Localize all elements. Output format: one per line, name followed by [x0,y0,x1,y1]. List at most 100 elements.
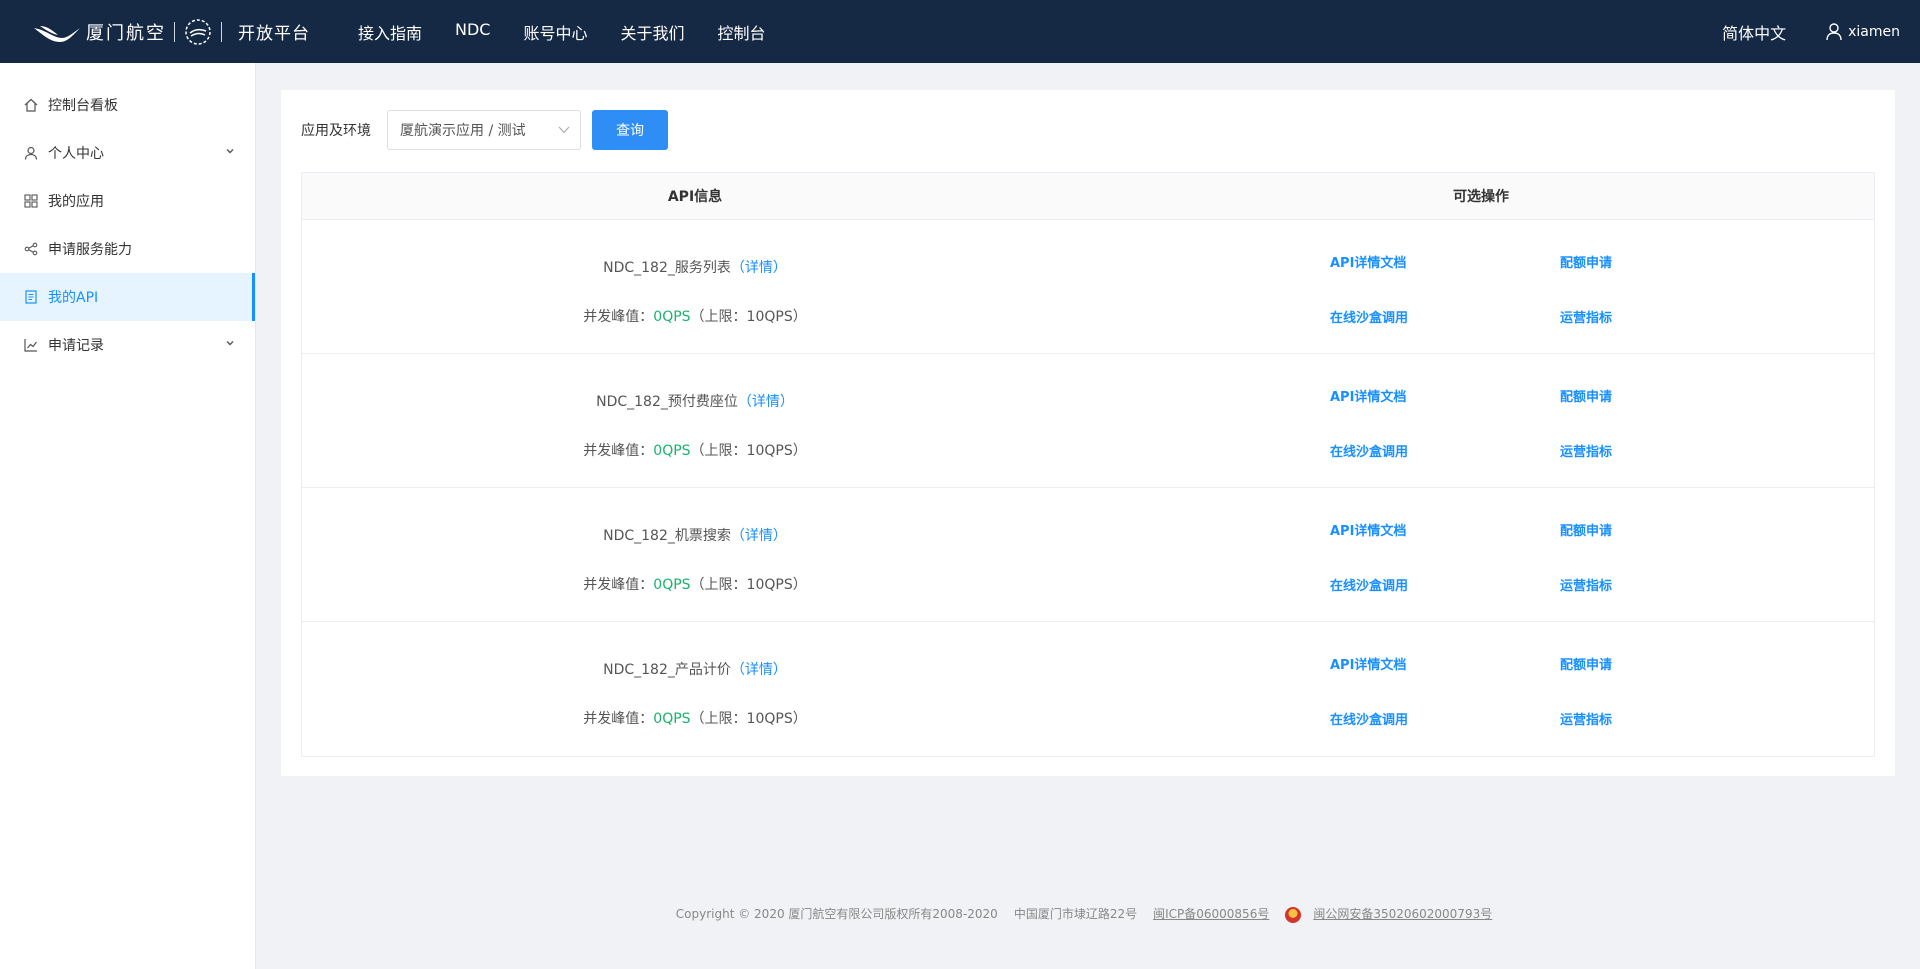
sidebar-item-records[interactable]: 申请记录 [0,321,255,369]
qps-limit: （上限：10QPS） [690,577,807,593]
username: xiamen [1848,23,1900,40]
detail-link[interactable]: （详情） [738,394,794,410]
quota-apply-link[interactable]: 配额申请 [1560,386,1612,405]
api-doc-link[interactable]: API详情文档 [1330,252,1406,271]
api-name-text: NDC_182_服务列表 [603,260,731,276]
sandbox-call-link[interactable]: 在线沙盒调用 [1330,575,1408,594]
sandbox-call-link[interactable]: 在线沙盒调用 [1330,709,1408,728]
main-nav: 接入指南 NDC 账号中心 关于我们 控制台 [358,20,799,44]
filter-bar: 应用及环境 厦航演示应用 / 测试 查询 [301,110,668,150]
sidebar-item-my-api[interactable]: 我的API [0,273,255,321]
police-record-link[interactable]: 闽公网安备35020602000793号 [1285,905,1500,923]
api-name: NDC_182_产品计价（详情） [302,659,1088,679]
copyright-text: Copyright © 2020 厦门航空有限公司版权所有2008-2020 [675,907,998,922]
api-doc-link[interactable]: API详情文档 [1330,520,1406,539]
quota-apply-link[interactable]: 配额申请 [1560,252,1612,271]
sidebar-item-apply-service[interactable]: 申请服务能力 [0,225,255,273]
user-icon [24,146,38,160]
qps-value: 0QPS [653,711,691,727]
egret-logo-icon [34,25,80,42]
logo[interactable]: 厦门航空 开放平台 [32,0,310,63]
api-name: NDC_182_预付费座位（详情） [302,391,1088,411]
ops-metrics-link[interactable]: 运营指标 [1560,307,1612,326]
logo-divider [174,21,175,42]
sidebar-item-label: 我的应用 [48,194,104,210]
detail-link-text[interactable]: 详情 [745,260,773,276]
chart-line-icon [24,339,37,352]
logo-subtitle: 开放平台 [238,24,310,44]
detail-link[interactable]: （详情） [731,528,787,544]
table-row: NDC_182_预付费座位（详情） 并发峰值：0QPS（上限：10QPS） AP… [302,354,1874,488]
api-doc-link[interactable]: API详情文档 [1330,386,1406,405]
ops-metrics-link[interactable]: 运营指标 [1560,441,1612,460]
icp-link[interactable]: 闽ICP备06000856号 [1153,905,1269,922]
qps-limit: （上限：10QPS） [690,711,807,727]
share-icon [24,242,38,256]
nav-item-ndc[interactable]: NDC [455,20,490,44]
ops-metrics-link[interactable]: 运营指标 [1560,709,1612,728]
column-header-api-info: API信息 [667,189,723,205]
operations-cell: API详情文档 配额申请 在线沙盒调用 运营指标 [1088,220,1874,353]
table-row: NDC_182_产品计价（详情） 并发峰值：0QPS（上限：10QPS） API… [302,622,1874,756]
document-icon [25,290,37,304]
api-name: NDC_182_服务列表（详情） [302,257,1088,277]
chevron-down-icon [558,126,570,134]
query-button[interactable]: 查询 [592,110,668,150]
top-navbar: 厦门航空 开放平台 接入指南 NDC 账号中心 关于我们 控制台 简体中文 xi… [0,0,1920,63]
api-name-text: NDC_182_预付费座位 [596,394,738,410]
table-row: NDC_182_服务列表（详情） 并发峰值：0QPS（上限：10QPS） API… [302,220,1874,354]
home-icon [24,98,38,112]
nav-item-guide[interactable]: 接入指南 [358,20,422,44]
quota-apply-link[interactable]: 配额申请 [1560,520,1612,539]
column-header-operations: 可选操作 [1453,189,1509,205]
address-text: 中国厦门市埭辽路22号 [1013,907,1138,922]
ops-metrics-link[interactable]: 运营指标 [1560,575,1612,594]
api-name: NDC_182_机票搜索（详情） [302,525,1088,545]
app-env-select[interactable]: 厦航演示应用 / 测试 [387,110,581,150]
grid-icon [24,194,38,208]
police-badge-icon [1285,906,1302,923]
nav-item-about[interactable]: 关于我们 [621,20,685,44]
detail-link-text[interactable]: 详情 [752,394,780,410]
quota-apply-link[interactable]: 配额申请 [1560,654,1612,673]
language-switcher[interactable]: 简体中文 [1722,20,1786,44]
api-info-cell: NDC_182_机票搜索（详情） 并发峰值：0QPS（上限：10QPS） [302,488,1088,621]
sandbox-call-link[interactable]: 在线沙盒调用 [1330,307,1408,326]
qps-value: 0QPS [653,577,691,593]
main-card: 应用及环境 厦航演示应用 / 测试 查询 API信息 可选操作 NDC_182_… [281,90,1895,776]
qps-value: 0QPS [653,443,691,459]
operations-cell: API详情文档 配额申请 在线沙盒调用 运营指标 [1088,622,1874,756]
sidebar-item-apps[interactable]: 我的应用 [0,177,255,225]
qps-label: 并发峰值： [583,309,654,325]
detail-link[interactable]: （详情） [731,662,787,678]
sidebar: 控制台看板 个人中心 我的应用 申请服务能力 我的API 申请记录 [0,63,256,969]
user-menu[interactable]: xiamen [1826,22,1900,41]
qps-info: 并发峰值：0QPS（上限：10QPS） [302,708,1088,728]
detail-link-text[interactable]: 详情 [745,662,773,678]
operations-cell: API详情文档 配额申请 在线沙盒调用 运营指标 [1088,488,1874,621]
nav-item-account[interactable]: 账号中心 [523,20,587,44]
sidebar-item-dashboard[interactable]: 控制台看板 [0,81,255,129]
detail-link-text[interactable]: 详情 [745,528,773,544]
qps-info: 并发峰值：0QPS（上限：10QPS） [302,440,1088,460]
qps-label: 并发峰值： [583,711,654,727]
detail-link[interactable]: （详情） [731,260,787,276]
police-record-text[interactable]: 闽公网安备35020602000793号 [1313,907,1492,921]
filter-label: 应用及环境 [301,123,371,139]
api-name-text: NDC_182_产品计价 [603,662,731,678]
sidebar-item-personal[interactable]: 个人中心 [0,129,255,177]
api-info-cell: NDC_182_服务列表（详情） 并发峰值：0QPS（上限：10QPS） [302,220,1088,353]
table-header: API信息 可选操作 [302,173,1874,220]
api-table: API信息 可选操作 NDC_182_服务列表（详情） 并发峰值：0QPS（上限… [301,172,1875,757]
sandbox-call-link[interactable]: 在线沙盒调用 [1330,441,1408,460]
chevron-down-icon [226,341,234,346]
sidebar-item-label: 申请服务能力 [48,242,132,258]
qps-limit: （上限：10QPS） [690,309,807,325]
sidebar-item-label: 申请记录 [48,338,104,354]
qps-info: 并发峰值：0QPS（上限：10QPS） [302,574,1088,594]
api-doc-link[interactable]: API详情文档 [1330,654,1406,673]
api-name-text: NDC_182_机票搜索 [603,528,731,544]
nav-item-console[interactable]: 控制台 [718,20,766,44]
qps-limit: （上限：10QPS） [690,443,807,459]
emblem-icon [185,18,211,45]
